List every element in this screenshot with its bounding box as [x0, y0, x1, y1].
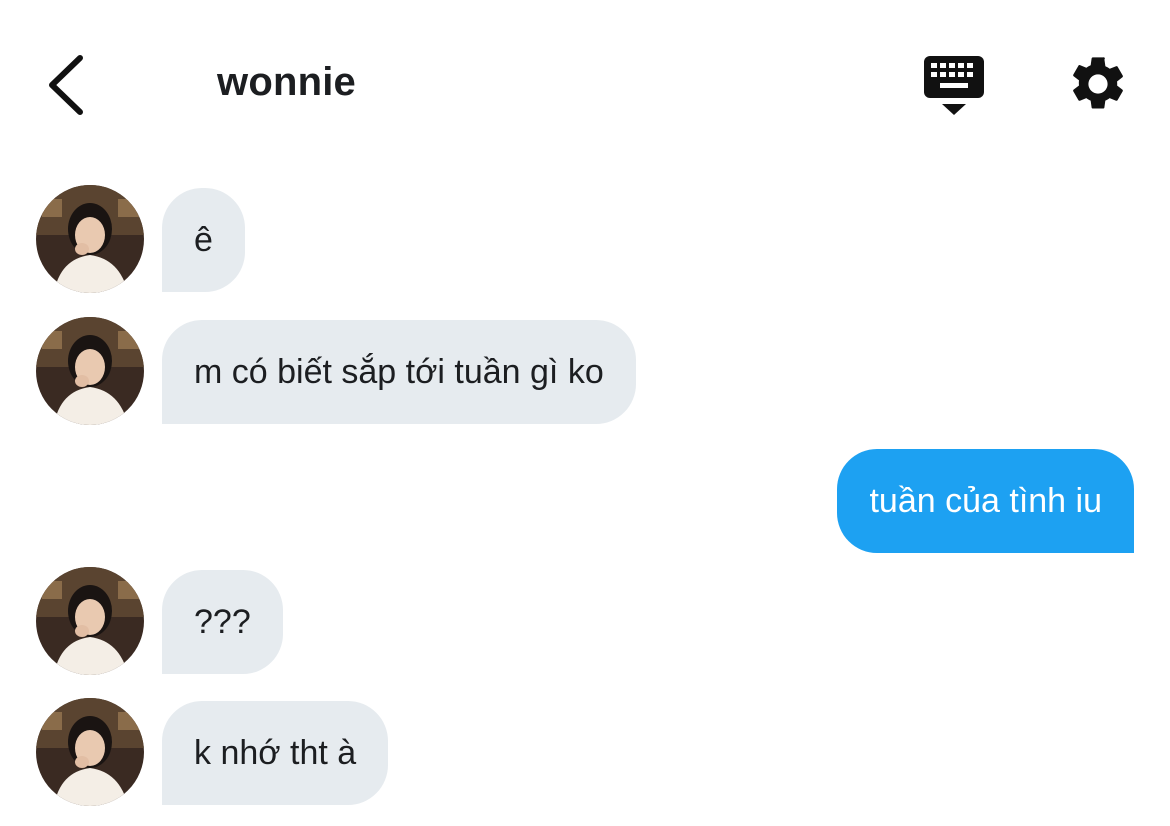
outgoing-message-bubble[interactable]: tuần của tình iu	[837, 449, 1134, 553]
incoming-message-bubble[interactable]: m có biết sắp tới tuần gì ko	[162, 320, 636, 424]
chevron-left-icon	[49, 55, 83, 115]
conversation-header: wonnie	[0, 0, 1170, 160]
keyboard-hide-icon	[924, 56, 984, 115]
avatar[interactable]	[36, 567, 144, 675]
incoming-message-bubble[interactable]: ê	[162, 188, 245, 292]
back-button[interactable]	[40, 50, 92, 120]
incoming-message-bubble[interactable]: ???	[162, 570, 283, 674]
conversation-title: wonnie	[217, 60, 356, 104]
message-row: k nhớ tht à	[0, 698, 1170, 807]
message-row: ê	[0, 185, 1170, 294]
settings-button[interactable]	[1066, 52, 1130, 116]
keyboard-toggle-button[interactable]	[920, 52, 988, 118]
gear-icon	[1073, 57, 1123, 109]
avatar[interactable]	[36, 698, 144, 806]
avatar[interactable]	[36, 185, 144, 293]
message-row: ???	[0, 567, 1170, 676]
avatar[interactable]	[36, 317, 144, 425]
message-row: tuần của tình iu	[0, 449, 1170, 555]
message-list[interactable]: ê m có biết sắp tới tuần gì ko tuần của …	[0, 160, 1170, 826]
message-row: m có biết sắp tới tuần gì ko	[0, 317, 1170, 426]
incoming-message-bubble[interactable]: k nhớ tht à	[162, 701, 389, 805]
